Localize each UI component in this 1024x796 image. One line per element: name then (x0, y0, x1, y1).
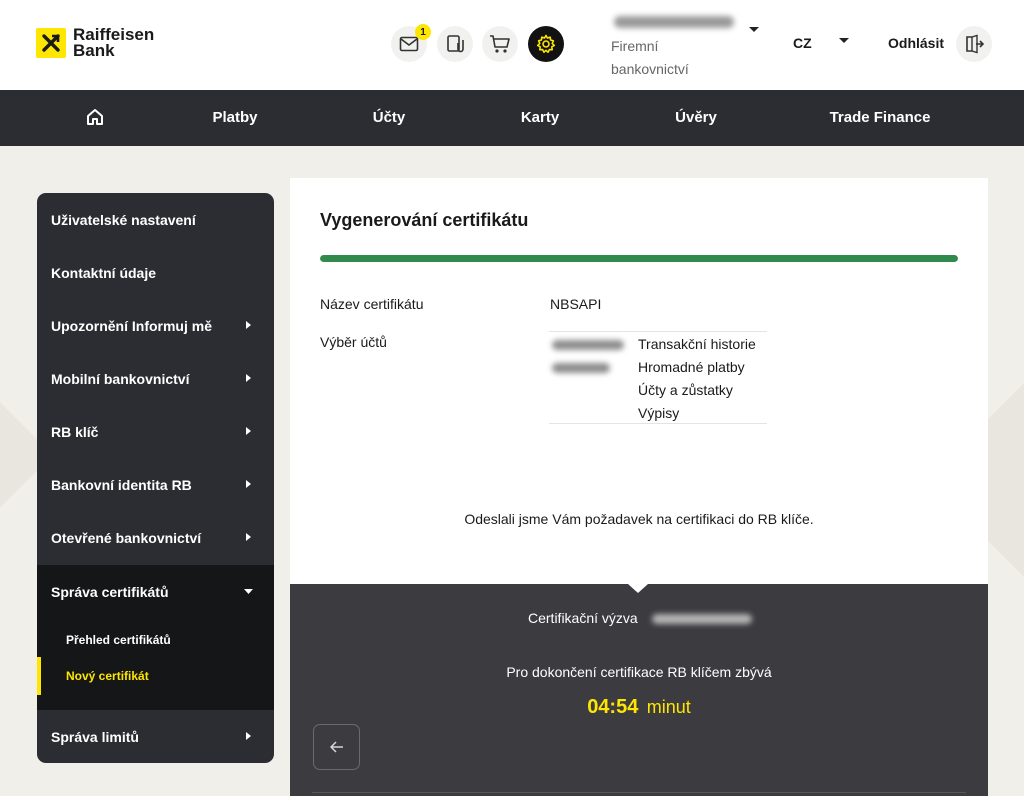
chevron-right-icon (246, 427, 251, 435)
permission-item: Transakční historie (638, 336, 756, 352)
sidebar-item-limits[interactable]: Správa limitů (37, 710, 274, 763)
nav-payments[interactable]: Platby (212, 90, 257, 146)
chevron-down-icon (244, 589, 253, 594)
page-title: Vygenerování certifikátu (320, 210, 529, 230)
nav-cards[interactable]: Karty (521, 90, 559, 146)
nav-accounts[interactable]: Účty (373, 90, 406, 146)
logout-icon (966, 34, 984, 54)
back-button[interactable] (313, 724, 360, 770)
certificate-name-value: NBSAPI (550, 296, 602, 312)
sidebar-item-user-settings[interactable]: Uživatelské nastavení (37, 193, 274, 246)
sidebar-item-notifications[interactable]: Upozornění Informuj mě (37, 299, 274, 352)
user-switcher[interactable]: Firemní bankovnictví (610, 12, 765, 78)
main-navigation: Platby Účty Karty Úvěry Trade Finance (0, 90, 1024, 146)
mail-badge: 1 (415, 24, 431, 40)
sidebar-item-mobile-banking[interactable]: Mobilní bankovnictví (37, 352, 274, 405)
logout-link[interactable]: Odhlásit (888, 35, 944, 51)
settings-sidebar: Uživatelské nastavení Kontaktní údaje Up… (37, 193, 274, 763)
sidebar-item-rb-key[interactable]: RB klíč (37, 405, 274, 458)
user-role: Firemní bankovnictví (611, 38, 689, 77)
cart-button[interactable] (482, 26, 518, 62)
arrow-left-icon (329, 741, 343, 753)
sidebar-subitem-certificates-overview[interactable]: Přehled certifikátů (37, 621, 274, 659)
messages-button[interactable]: 1 (391, 24, 431, 62)
chevron-down-icon (749, 27, 759, 32)
info-message: Odeslali jsme Vám požadavek na certifika… (464, 511, 814, 527)
certificate-card: Vygenerování certifikátu Název certifiká… (290, 178, 988, 584)
logout-button[interactable] (956, 26, 992, 62)
logo-text: Raiffeisen Bank (73, 25, 155, 60)
certification-challenge-panel: Certifikační výzva Pro dokončení certifi… (290, 584, 988, 796)
sidebar-item-bank-identity[interactable]: Bankovní identita RB (37, 458, 274, 511)
home-icon[interactable] (85, 107, 105, 127)
sidebar-item-certificates[interactable]: Správa certifikátů (37, 565, 274, 618)
sidebar-item-open-banking[interactable]: Otevřené bankovnictví (37, 511, 274, 564)
gear-icon (536, 34, 556, 53)
divider (312, 792, 966, 793)
header: Raiffeisen Bank 1 Firemní bankovnictví C… (0, 0, 1024, 90)
account-number-redacted (552, 363, 610, 373)
permission-item: Výpisy (638, 405, 680, 421)
account-number-redacted (552, 340, 624, 350)
mail-icon (399, 36, 419, 52)
chevron-right-icon (246, 321, 251, 329)
cart-icon (490, 35, 510, 53)
accounts-label: Výběr účtů (320, 334, 387, 350)
language-selector[interactable]: CZ (793, 35, 812, 51)
countdown-value: 04:54 (587, 696, 639, 718)
documents-button[interactable] (437, 26, 473, 62)
raiffeisen-logo-icon (36, 28, 66, 58)
nav-trade-finance[interactable]: Trade Finance (830, 90, 931, 146)
challenge-label: Certifikační výzva (528, 610, 638, 626)
chevron-down-icon[interactable] (838, 37, 850, 45)
permission-item: Účty a zůstatky (638, 382, 733, 398)
sidebar-item-contact-details[interactable]: Kontaktní údaje (37, 246, 274, 299)
logo[interactable]: Raiffeisen Bank (36, 25, 155, 60)
permission-item: Hromadné platby (638, 359, 745, 375)
documents-icon (447, 35, 464, 53)
countdown-timer: 04:54 minut (290, 696, 988, 719)
user-name-redacted (614, 16, 734, 28)
panel-notch (628, 584, 648, 593)
chevron-right-icon (246, 374, 251, 382)
settings-button[interactable] (528, 26, 564, 62)
sidebar-subitem-new-certificate[interactable]: Nový certifikát (37, 657, 274, 695)
certificate-name-label: Název certifikátu (320, 296, 424, 312)
challenge-code-redacted (652, 614, 752, 624)
chevron-right-icon (246, 732, 251, 740)
sidebar-group-certificates: Správa certifikátů Přehled certifikátů N… (37, 565, 274, 710)
progress-bar (320, 255, 958, 262)
nav-loans[interactable]: Úvěry (675, 90, 717, 146)
remaining-time-text: Pro dokončení certifikace RB klíčem zbýv… (506, 664, 772, 680)
countdown-unit: minut (646, 697, 691, 717)
account-permissions: Transakční historie Hromadné platby Účty… (549, 331, 767, 424)
chevron-right-icon (246, 533, 251, 541)
chevron-right-icon (246, 480, 251, 488)
progress-fill (320, 255, 958, 262)
